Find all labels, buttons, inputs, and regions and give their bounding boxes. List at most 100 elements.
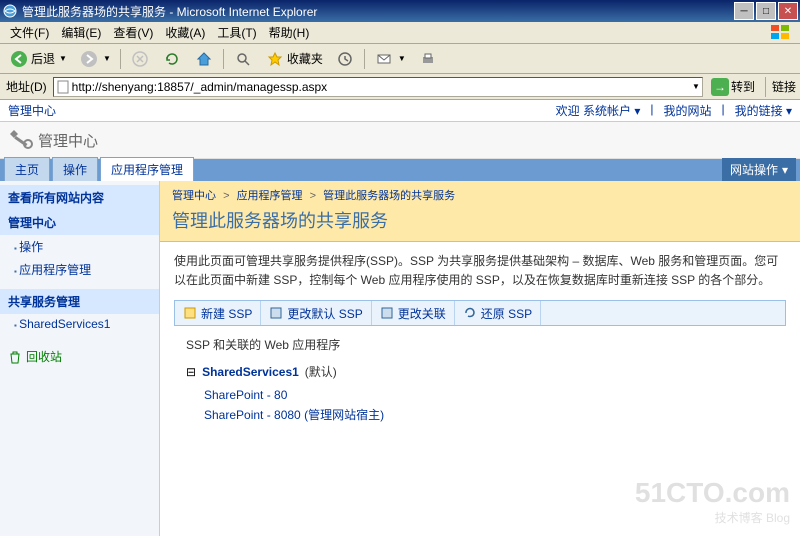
links-label[interactable]: 链接 [772,78,796,95]
sharepoint-topnav: 管理中心 欢迎 系统帐户 ▾ | 我的网站 | 我的链接 ▾ [0,100,800,122]
stop-button[interactable] [125,46,155,72]
close-button[interactable]: ✕ [778,2,798,20]
breadcrumb-current: 管理此服务器场的共享服务 [323,190,455,202]
action-change-assoc[interactable]: 更改关联 [372,301,455,325]
address-input[interactable] [70,80,690,94]
forward-icon [79,49,99,69]
action-toolbar: 新建 SSP 更改默认 SSP 更改关联 还原 SSP [174,300,786,326]
watermark: 51CTO.com 技术博客 Blog [635,477,790,526]
left-nav: 查看所有网站内容 管理中心 操作 应用程序管理 共享服务管理 SharedSer… [0,181,160,536]
nav-admin-center[interactable]: 管理中心 [0,210,159,235]
tab-operations[interactable]: 操作 [52,157,98,181]
tab-app-management[interactable]: 应用程序管理 [100,157,194,181]
print-icon [418,49,438,69]
nav-ssp1[interactable]: SharedServices1 [0,314,159,334]
mylinks-menu[interactable]: 我的链接 ▾ [735,102,792,119]
print-button[interactable] [413,46,443,72]
separator [223,49,224,69]
search-button[interactable] [228,46,258,72]
window-titlebar: 管理此服务器场的共享服务 - Microsoft Internet Explor… [0,0,800,22]
go-arrow-icon: → [711,78,729,96]
ssp-entry[interactable]: ⊟ SharedServices1 (默认) [174,357,786,386]
edit-icon [269,306,283,320]
breadcrumb: 管理中心 > 应用程序管理 > 管理此服务器场的共享服务 [172,187,788,203]
menu-file[interactable]: 文件(F) [4,22,55,43]
topnav-home-link[interactable]: 管理中心 [8,102,556,119]
action-change-default[interactable]: 更改默认 SSP [261,301,371,325]
webapp-link[interactable]: SharePoint - 8080 (管理网站宿主) [174,404,786,425]
menu-tools[interactable]: 工具(T) [211,22,262,43]
ssp-name[interactable]: SharedServices1 [202,365,299,379]
sharepoint-header: 管理中心 [0,122,800,159]
action-restore-ssp[interactable]: 还原 SSP [455,301,541,325]
search-icon [233,49,253,69]
recycle-bin[interactable]: 回收站 [0,342,159,371]
link-icon [380,306,394,320]
menu-help[interactable]: 帮助(H) [263,22,316,43]
nav-operations[interactable]: 操作 [0,235,159,258]
chevron-down-icon[interactable]: ▼ [692,82,700,91]
tab-home[interactable]: 主页 [4,157,50,181]
tabs-bar: 主页 操作 应用程序管理 网站操作 ▾ [0,159,800,181]
menu-favorites[interactable]: 收藏(A) [159,22,211,43]
menubar: 文件(F) 编辑(E) 查看(V) 收藏(A) 工具(T) 帮助(H) [0,22,800,44]
nav-app-mgmt[interactable]: 应用程序管理 [0,258,159,281]
page-icon [56,80,70,94]
page-description: 使用此页面可管理共享服务提供程序(SSP)。SSP 为共享服务提供基础架构 – … [174,252,786,290]
history-button[interactable] [330,46,360,72]
mysite-link[interactable]: 我的网站 [663,102,711,119]
ie-icon [2,3,18,19]
site-title: 管理中心 [38,130,98,151]
page-title: 管理此服务器场的共享服务 [172,207,788,233]
back-label: 后退 [31,50,55,67]
menu-view[interactable]: 查看(V) [107,22,159,43]
back-button[interactable]: 后退 ▼ [4,46,72,72]
home-button[interactable] [189,46,219,72]
star-icon [265,49,285,69]
restore-icon [463,306,477,320]
watermark-logo: 51CTO.com [635,477,790,509]
mail-icon [374,49,394,69]
maximize-button[interactable]: □ [756,2,776,20]
windows-flag-icon [766,24,796,42]
nav-shared-services[interactable]: 共享服务管理 [0,289,159,314]
separator [364,49,365,69]
default-label: (默认) [305,363,337,380]
back-icon [9,49,29,69]
action-new-ssp[interactable]: 新建 SSP [175,301,261,325]
mail-button[interactable]: ▼ [369,46,411,72]
wrench-icon [8,128,32,152]
forward-button[interactable]: ▼ [74,46,116,72]
favorites-label: 收藏夹 [287,50,323,67]
menu-edit[interactable]: 编辑(E) [55,22,107,43]
chevron-down-icon: ▼ [103,54,111,63]
collapse-icon[interactable]: ⊟ [186,365,196,379]
nav-view-all[interactable]: 查看所有网站内容 [0,185,159,210]
breadcrumb-link[interactable]: 管理中心 [172,190,216,202]
chevron-down-icon: ▼ [398,54,406,63]
refresh-icon [162,49,182,69]
welcome-menu[interactable]: 欢迎 系统帐户 ▾ [556,102,641,119]
breadcrumb-link[interactable]: 应用程序管理 [237,190,303,202]
window-title: 管理此服务器场的共享服务 - Microsoft Internet Explor… [22,3,734,20]
address-input-wrap[interactable]: ▼ [53,77,703,97]
addressbar: 地址(D) ▼ → 转到 链接 [0,74,800,100]
webapp-link[interactable]: SharePoint - 80 [174,386,786,404]
minimize-button[interactable]: ─ [734,2,754,20]
favorites-button[interactable]: 收藏夹 [260,46,328,72]
separator [765,77,766,97]
site-actions-menu[interactable]: 网站操作 ▾ [722,158,796,181]
page-content: 管理中心 欢迎 系统帐户 ▾ | 我的网站 | 我的链接 ▾ 管理中心 主页 操… [0,100,800,536]
stop-icon [130,49,150,69]
new-icon [183,306,197,320]
refresh-button[interactable] [157,46,187,72]
section-subhead: SSP 和关联的 Web 应用程序 [174,332,786,357]
go-button[interactable]: → 转到 [707,76,759,98]
go-label: 转到 [731,78,755,95]
watermark-sub: 技术博客 Blog [635,509,790,526]
address-label: 地址(D) [4,78,49,95]
recycle-icon [8,350,22,364]
history-icon [335,49,355,69]
breadcrumb-bar: 管理中心 > 应用程序管理 > 管理此服务器场的共享服务 管理此服务器场的共享服… [160,181,800,242]
separator [120,49,121,69]
